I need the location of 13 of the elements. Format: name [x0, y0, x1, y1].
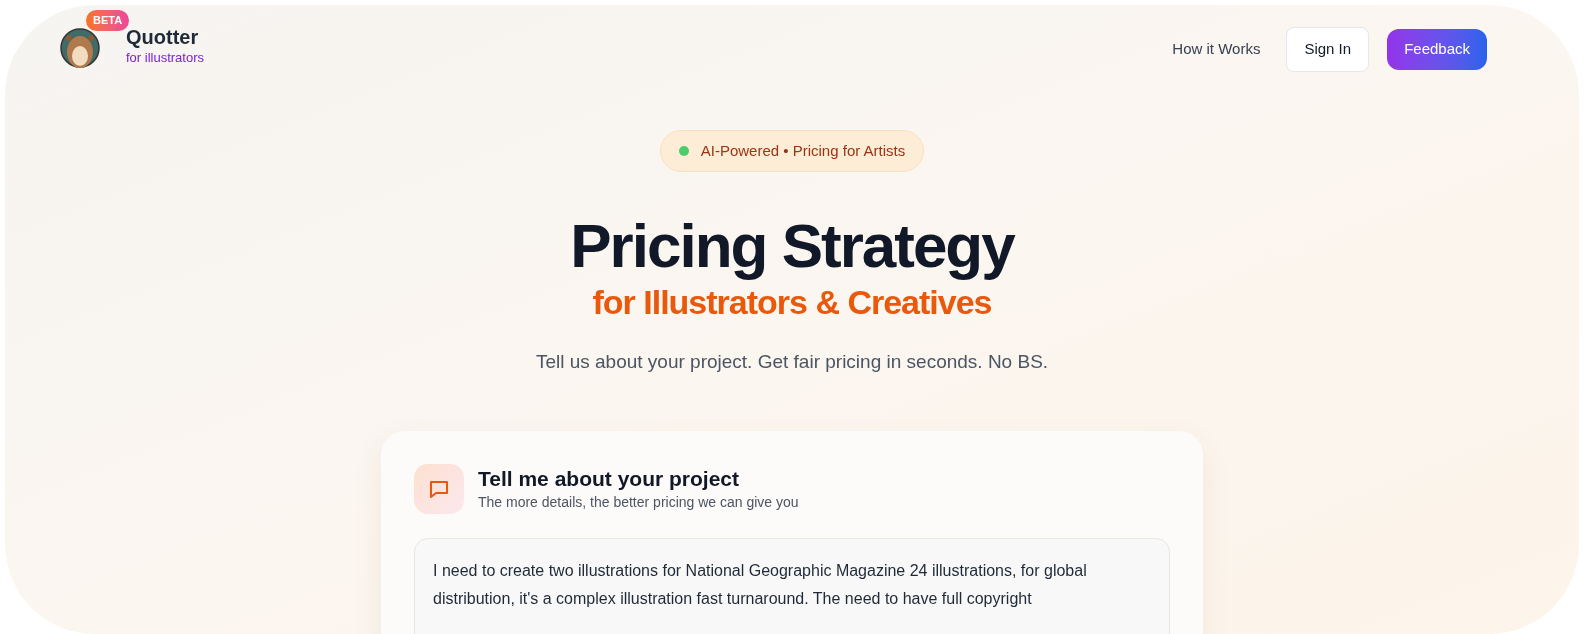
card-title: Tell me about your project	[478, 465, 740, 492]
nav-button[interactable]: Feedback	[1387, 29, 1487, 70]
card-subtitle: The more details, the better pricing we can give you	[478, 492, 799, 512]
nav-link[interactable]: How it Works	[1164, 30, 1269, 69]
brand-tagline: for illustrators	[126, 49, 205, 68]
pill-text: AI-Powered • Pricing for Artists	[700, 140, 906, 161]
beta-badge: BETA	[86, 10, 130, 31]
nav-button[interactable]: Sign In	[1286, 27, 1370, 72]
hero-lead: Tell us about your project. Get fair pricing in seconds. No BS.	[535, 350, 1049, 374]
hero-subtitle: for Illustrators & Creatives	[592, 282, 992, 322]
project-description-field[interactable]: I need to create two illustrations for National Geographic Magazine 24 illustrations, for global distribution, it's a complex illustration fast turnaround. The need to have full copyright	[414, 537, 1170, 634]
hero-title: Pricing Strategy	[570, 210, 1014, 282]
chat-icon	[414, 463, 464, 514]
